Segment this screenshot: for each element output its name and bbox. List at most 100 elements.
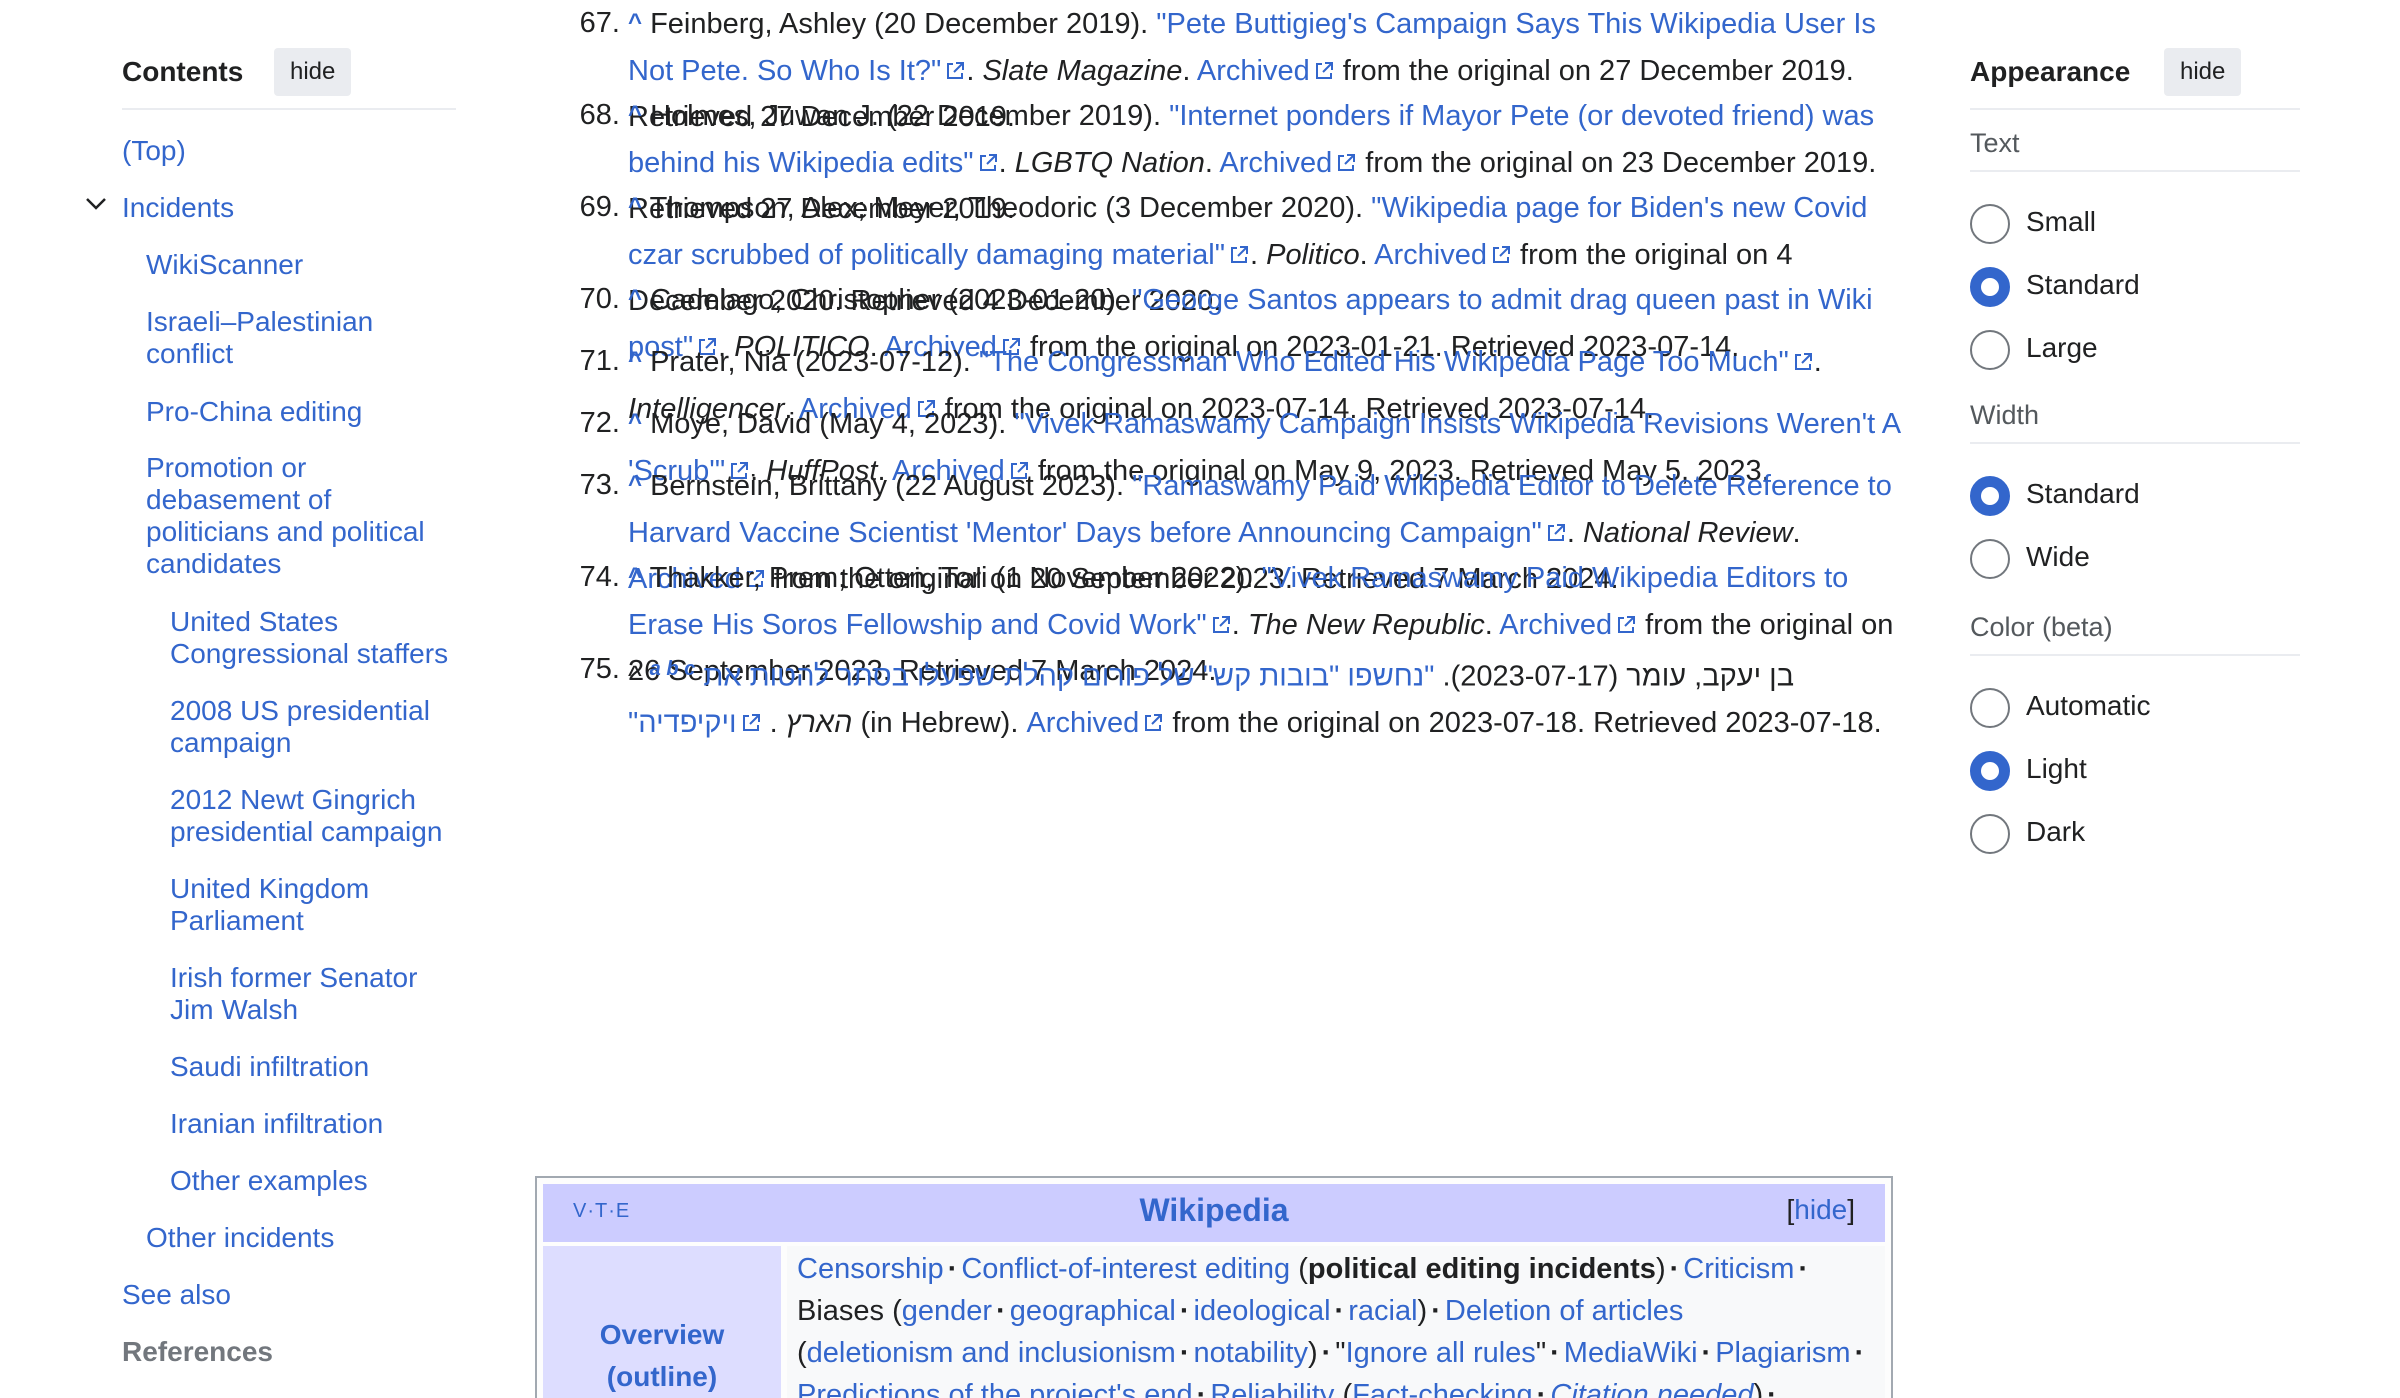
- external-link-icon: [947, 61, 965, 79]
- navbox-link-plagiarism[interactable]: Plagiarism: [1715, 1337, 1850, 1369]
- separator-dot: ·: [1767, 1379, 1777, 1398]
- radio-button[interactable]: [1970, 814, 2010, 854]
- toc-item-incidents[interactable]: Incidents: [122, 192, 234, 224]
- radio-button[interactable]: [1970, 267, 2010, 307]
- reference-author: בן יעקב, עומר (2023-07-17).: [1434, 660, 1795, 693]
- navbox-hide-toggle[interactable]: [hide]: [1787, 1194, 1856, 1226]
- toc-item-references[interactable]: References: [122, 1336, 273, 1368]
- separator-dot: ·: [947, 1253, 958, 1285]
- navbox-title[interactable]: Wikipedia: [543, 1192, 1885, 1229]
- reference-archive-link[interactable]: Archived: [1499, 609, 1612, 641]
- navbox-link-gender[interactable]: gender: [902, 1295, 992, 1327]
- navbox-link-deletionism[interactable]: deletionism and inclusionism: [807, 1337, 1176, 1369]
- reference-archive-link[interactable]: Archived: [1374, 239, 1487, 271]
- reference-punct: .: [1182, 54, 1197, 87]
- navbox-link-coi[interactable]: Conflict-of-interest editing: [961, 1253, 1290, 1285]
- toc-item-iranian[interactable]: Iranian infiltration: [170, 1108, 383, 1140]
- radio-label: Wide: [2026, 541, 2090, 572]
- radio-button[interactable]: [1970, 688, 2010, 728]
- toc-hide-button[interactable]: hide: [274, 48, 352, 96]
- navbox-hide-link[interactable]: hide: [1794, 1194, 1847, 1225]
- toc-item-wikiscanner[interactable]: WikiScanner: [146, 249, 303, 281]
- navbox-link-iar[interactable]: Ignore all rules: [1346, 1337, 1536, 1369]
- external-link-icon: [1145, 714, 1163, 732]
- navbox-link-notability[interactable]: notability: [1193, 1337, 1307, 1369]
- radio-option[interactable]: Standard: [1970, 267, 2300, 309]
- reference-punct: .: [966, 54, 983, 87]
- radio-button[interactable]: [1970, 204, 2010, 244]
- navbox-group-label[interactable]: Overview (outline): [543, 1314, 781, 1398]
- reference-number: 70.: [579, 283, 620, 315]
- navbox-link-citation-needed[interactable]: Citation needed: [1550, 1379, 1753, 1398]
- radio-option[interactable]: Wide: [1970, 539, 2300, 581]
- reference-number: 69.: [579, 191, 620, 223]
- radio-option[interactable]: Light: [1970, 751, 2300, 793]
- backlink-caret[interactable]: ^: [628, 285, 642, 312]
- navbox-link-geographical[interactable]: geographical: [1010, 1295, 1176, 1327]
- radio-button[interactable]: [1970, 539, 2010, 579]
- toc-item-top[interactable]: (Top): [122, 135, 186, 167]
- navbox-link-censorship[interactable]: Censorship: [797, 1253, 944, 1285]
- reference-title-link[interactable]: "The Congressman Who Edited His Wikipedi…: [979, 346, 1789, 378]
- navbox-link-racial[interactable]: racial: [1348, 1295, 1417, 1327]
- reference-archive-link[interactable]: Archived: [1219, 147, 1332, 179]
- toc-item-see-also[interactable]: See also: [122, 1279, 231, 1311]
- navbox-link-predictions[interactable]: Predictions of the project's end: [797, 1379, 1193, 1398]
- separator-dot: ·: [1701, 1337, 1712, 1369]
- external-link-icon: [1315, 61, 1333, 79]
- backlink-caret[interactable]: ^: [628, 9, 642, 36]
- appearance-section-label: Text: [1970, 128, 2300, 172]
- toc-item-us-congressional[interactable]: United States Congressional staffers: [170, 606, 460, 670]
- toc-item-israeli-palestinian[interactable]: Israeli–Palestinian conflict: [146, 306, 406, 370]
- radio-option[interactable]: Standard: [1970, 476, 2300, 518]
- reference-punct: .: [1813, 346, 1822, 378]
- backlink-letters[interactable]: a b c: [650, 658, 696, 680]
- backlink-caret[interactable]: ^: [628, 409, 642, 436]
- radio-label: Dark: [2026, 816, 2086, 847]
- radio-label: Automatic: [2026, 690, 2151, 721]
- reference-punct: .: [1231, 608, 1248, 641]
- navbox-link-criticism[interactable]: Criticism: [1683, 1253, 1794, 1285]
- navbox-link-mediawiki[interactable]: MediaWiki: [1564, 1337, 1698, 1369]
- toc-item-saudi[interactable]: Saudi infiltration: [170, 1051, 369, 1083]
- reference-punct: .: [1359, 238, 1375, 271]
- toc-item-2008-campaign[interactable]: 2008 US presidential campaign: [170, 695, 440, 759]
- chevron-down-icon[interactable]: [82, 190, 110, 218]
- backlink-caret[interactable]: ^: [628, 347, 642, 374]
- reference-language: (in Hebrew).: [852, 707, 1027, 740]
- backlink-caret[interactable]: ^: [628, 563, 642, 590]
- external-link-icon: [1794, 353, 1812, 370]
- toc-item-other-incidents[interactable]: Other incidents: [146, 1222, 334, 1254]
- radio-button[interactable]: [1970, 330, 2010, 370]
- toc-item-uk-parliament[interactable]: United Kingdom Parliament: [170, 873, 400, 937]
- navbox-link-fact-checking[interactable]: Fact-checking: [1352, 1379, 1533, 1398]
- appearance-section-label: Color (beta): [1970, 612, 2300, 656]
- toc-item-promotion[interactable]: Promotion or debasement of politicians a…: [146, 452, 446, 580]
- backlink-caret[interactable]: ^: [628, 193, 642, 220]
- reference-archive-link[interactable]: Archived: [1197, 55, 1310, 87]
- reference-author: Thakker, Prem; Otten, Tori (1 November 2…: [649, 562, 1262, 594]
- reference-body: ^ a b c בן יעקב, עומר (2023-07-17). "נחש…: [628, 658, 1882, 740]
- navbox-link-ideological[interactable]: ideological: [1194, 1295, 1331, 1327]
- radio-option[interactable]: Dark: [1970, 814, 2300, 856]
- radio-option[interactable]: Large: [1970, 330, 2300, 372]
- navbox-link-reliability[interactable]: Reliability: [1210, 1379, 1334, 1398]
- appearance-hide-button[interactable]: hide: [2164, 48, 2242, 96]
- radio-button[interactable]: [1970, 476, 2010, 516]
- separator-dot: ·: [1431, 1295, 1441, 1327]
- reference-author: Holmes, Juwan J. (22 December 2019).: [650, 100, 1170, 132]
- toc-item-pro-china[interactable]: Pro-China editing: [146, 396, 362, 428]
- backlink-caret[interactable]: ^: [628, 101, 642, 128]
- radio-button[interactable]: [1970, 751, 2010, 791]
- reference-archive-link[interactable]: Archived: [1026, 707, 1139, 739]
- radio-option[interactable]: Small: [1970, 204, 2300, 246]
- toc-item-irish-senator[interactable]: Irish former Senator Jim Walsh: [170, 962, 440, 1026]
- reference-number: 71.: [579, 345, 620, 377]
- radio-option[interactable]: Automatic: [1970, 688, 2300, 730]
- reference-number: 75.: [579, 653, 620, 685]
- navbox-link-deletion[interactable]: Deletion of articles: [1445, 1295, 1684, 1327]
- separator-dot: ·: [1854, 1337, 1865, 1369]
- backlink-caret[interactable]: ^: [628, 471, 642, 498]
- toc-item-other-examples[interactable]: Other examples: [170, 1165, 368, 1197]
- toc-item-2012-gingrich[interactable]: 2012 Newt Gingrich presidential campaign: [170, 784, 455, 848]
